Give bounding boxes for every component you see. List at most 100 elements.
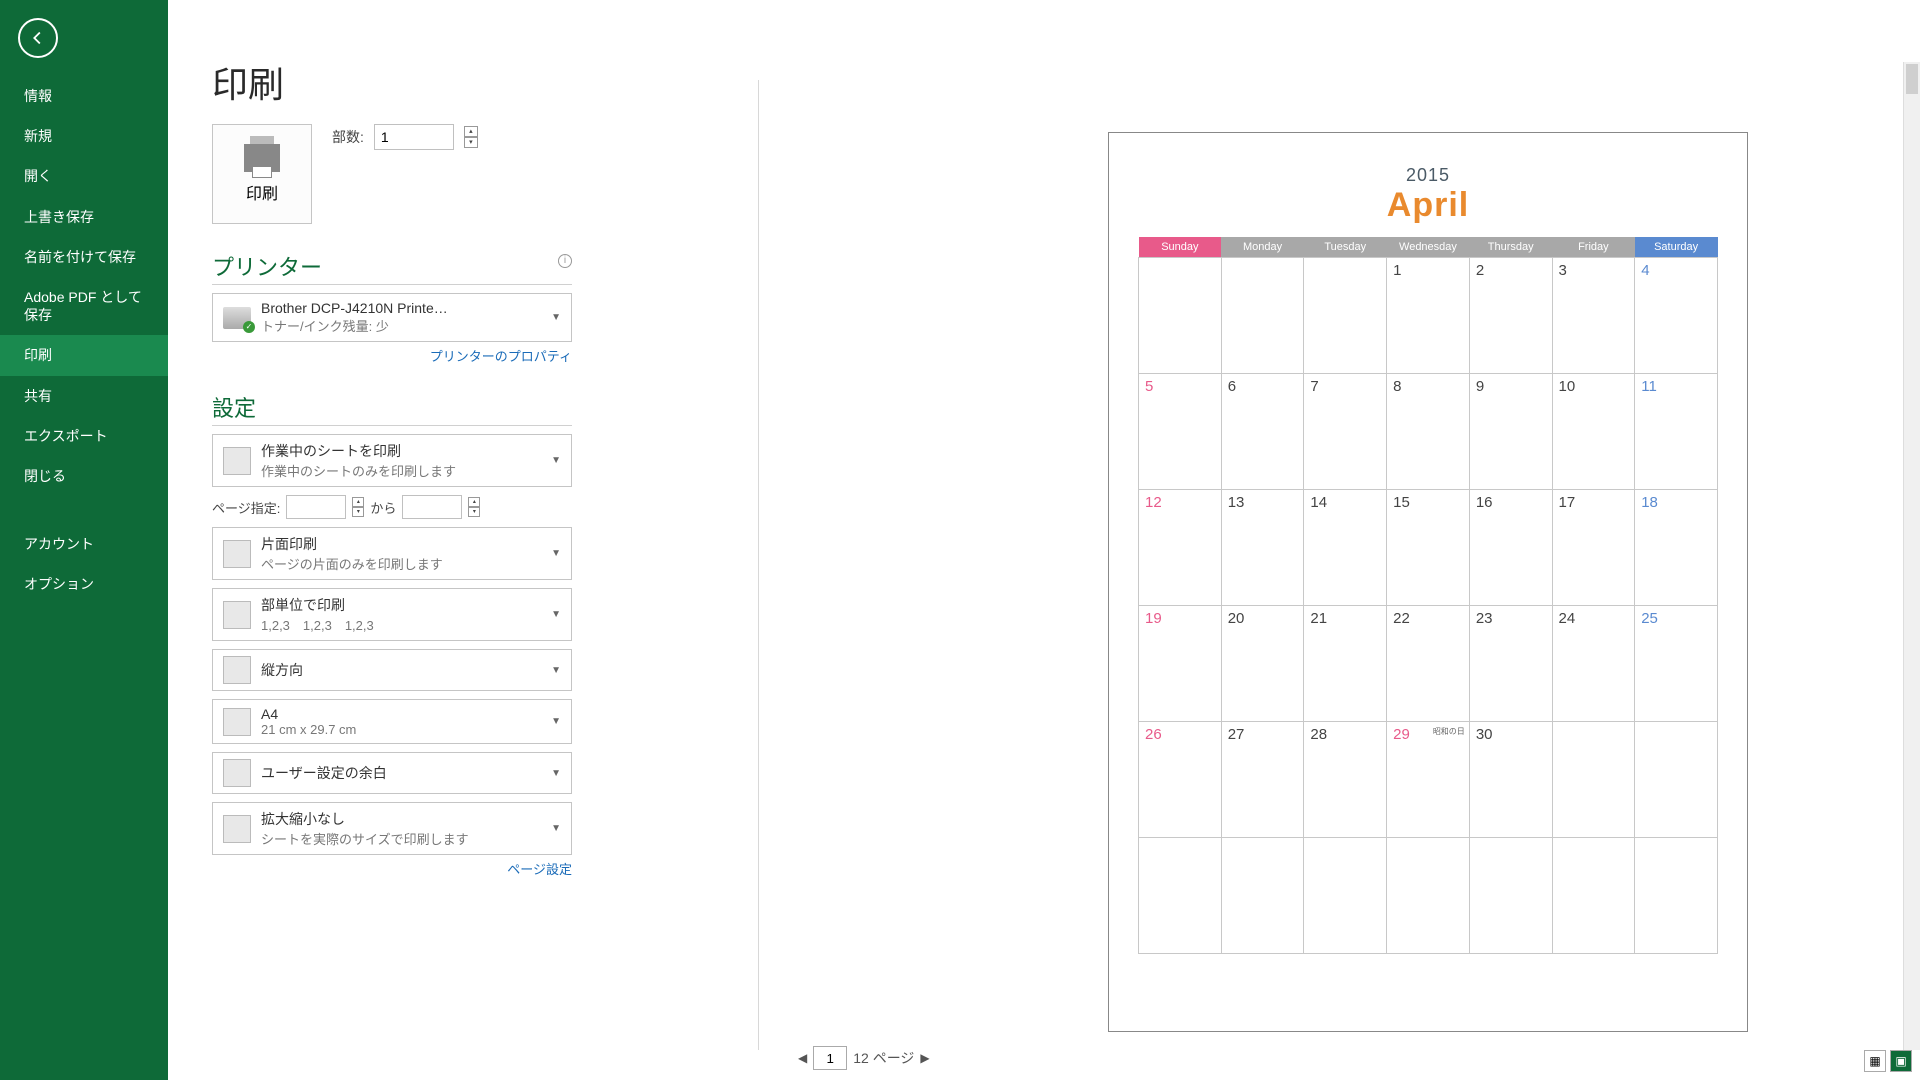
preview-view-controls: ▦ ▣ bbox=[1864, 1050, 1912, 1072]
sides-sub: ページの片面のみを印刷します bbox=[261, 554, 541, 573]
calendar-day-cell: 7 bbox=[1304, 374, 1387, 490]
calendar-day-cell: 8 bbox=[1387, 374, 1470, 490]
printer-status-icon bbox=[223, 307, 251, 329]
printer-selector[interactable]: Brother DCP-J4210N Printe… トナー/インク残量: 少 … bbox=[212, 293, 572, 342]
calendar-day-cell: 5 bbox=[1139, 374, 1222, 490]
calendar-day-cell bbox=[1139, 258, 1222, 374]
calendar-day-cell bbox=[1221, 258, 1304, 374]
page-from-down[interactable]: ▾ bbox=[352, 507, 364, 517]
calendar-day-cell: 28 bbox=[1304, 722, 1387, 838]
calendar-day-cell: 4 bbox=[1635, 258, 1718, 374]
copies-input[interactable] bbox=[374, 124, 454, 150]
calendar-day-cell bbox=[1304, 258, 1387, 374]
nav-options[interactable]: オプション bbox=[0, 564, 168, 604]
scrollbar-thumb[interactable] bbox=[1906, 64, 1918, 94]
margins-selector[interactable]: ユーザー設定の余白 ▼ bbox=[212, 752, 572, 794]
collate-selector[interactable]: 部単位で印刷 1,2,3 1,2,3 1,2,3 ▼ bbox=[212, 588, 572, 641]
page-to-input[interactable] bbox=[402, 495, 462, 519]
chevron-down-icon: ▼ bbox=[551, 609, 561, 620]
page-setup-link[interactable]: ページ設定 bbox=[212, 859, 572, 878]
margins-icon bbox=[223, 759, 251, 787]
back-button[interactable] bbox=[18, 18, 58, 58]
collate-sub: 1,2,3 1,2,3 1,2,3 bbox=[261, 615, 541, 634]
calendar-month: April bbox=[1109, 186, 1747, 225]
calendar-day-cell bbox=[1552, 838, 1635, 954]
calendar-day-cell: 12 bbox=[1139, 490, 1222, 606]
calendar-day-cell bbox=[1387, 838, 1470, 954]
nav-share[interactable]: 共有 bbox=[0, 376, 168, 416]
portrait-icon bbox=[223, 656, 251, 684]
calendar-day-cell: 1 bbox=[1387, 258, 1470, 374]
nav-account[interactable]: アカウント bbox=[0, 524, 168, 564]
nav-save-pdf[interactable]: Adobe PDF として保存 bbox=[0, 277, 168, 335]
page-to-down[interactable]: ▾ bbox=[468, 507, 480, 517]
orientation-selector[interactable]: 縦方向 ▼ bbox=[212, 649, 572, 691]
printer-status: トナー/インク残量: 少 bbox=[261, 316, 541, 335]
calendar-weekday-header: Monday bbox=[1221, 237, 1304, 258]
page-navigation: ◀ 12 ページ ▶ bbox=[798, 1046, 930, 1070]
nav-new[interactable]: 新規 bbox=[0, 116, 168, 156]
main-area: 印刷 印刷 部数: ▴ ▾ プリンター i Brother DCP-J4 bbox=[168, 0, 1920, 1080]
calendar-weekday-header: Wednesday bbox=[1387, 237, 1470, 258]
print-button-label: 印刷 bbox=[246, 180, 278, 204]
page-to-up[interactable]: ▴ bbox=[468, 497, 480, 507]
nav-saveas[interactable]: 名前を付けて保存 bbox=[0, 237, 168, 277]
calendar-holiday-note: 昭和の日 bbox=[1433, 726, 1465, 737]
chevron-down-icon: ▼ bbox=[551, 716, 561, 727]
sides-selector[interactable]: 片面印刷 ページの片面のみを印刷します ▼ bbox=[212, 527, 572, 580]
scaling-selector[interactable]: 拡大縮小なし シートを実際のサイズで印刷します ▼ bbox=[212, 802, 572, 855]
calendar-day-cell bbox=[1139, 838, 1222, 954]
calendar-day-cell: 16 bbox=[1469, 490, 1552, 606]
print-button[interactable]: 印刷 bbox=[212, 124, 312, 224]
page-range-label: ページ指定: bbox=[212, 498, 280, 517]
printer-heading-label: プリンター bbox=[212, 255, 322, 280]
nav-list: 情報 新規 開く 上書き保存 名前を付けて保存 Adobe PDF として保存 … bbox=[0, 76, 168, 604]
paper-size-selector[interactable]: A4 21 cm x 29.7 cm ▼ bbox=[212, 699, 572, 744]
scaling-icon bbox=[223, 815, 251, 843]
paper-sub: 21 cm x 29.7 cm bbox=[261, 722, 541, 737]
calendar-weekday-header: Saturday bbox=[1635, 237, 1718, 258]
print-scope-selector[interactable]: 作業中のシートを印刷 作業中のシートのみを印刷します ▼ bbox=[212, 434, 572, 487]
prev-page-icon[interactable]: ◀ bbox=[798, 1051, 807, 1065]
chevron-down-icon: ▼ bbox=[551, 823, 561, 834]
calendar-day-cell bbox=[1469, 838, 1552, 954]
margins-title: ユーザー設定の余白 bbox=[261, 763, 541, 783]
chevron-down-icon: ▼ bbox=[551, 548, 561, 559]
single-side-icon bbox=[223, 540, 251, 568]
calendar-day-cell: 21 bbox=[1304, 606, 1387, 722]
chevron-down-icon: ▼ bbox=[551, 312, 561, 323]
scope-title: 作業中のシートを印刷 bbox=[261, 441, 541, 461]
page-range-row: ページ指定: ▴▾ から ▴▾ bbox=[212, 495, 572, 519]
nav-open[interactable]: 開く bbox=[0, 156, 168, 196]
calendar-day-cell bbox=[1304, 838, 1387, 954]
printer-name: Brother DCP-J4210N Printe… bbox=[261, 300, 541, 316]
page-from-input[interactable] bbox=[286, 495, 346, 519]
nav-info[interactable]: 情報 bbox=[0, 76, 168, 116]
zoom-to-page-button[interactable]: ▣ bbox=[1890, 1050, 1912, 1072]
calendar-day-cell: 22 bbox=[1387, 606, 1470, 722]
show-margins-button[interactable]: ▦ bbox=[1864, 1050, 1886, 1072]
printer-properties-link[interactable]: プリンターのプロパティ bbox=[212, 346, 572, 365]
calendar-day-cell: 18 bbox=[1635, 490, 1718, 606]
page-from-up[interactable]: ▴ bbox=[352, 497, 364, 507]
next-page-icon[interactable]: ▶ bbox=[920, 1051, 929, 1065]
calendar-day-cell: 30 bbox=[1469, 722, 1552, 838]
info-icon[interactable]: i bbox=[558, 254, 572, 268]
calendar-weekday-header: Friday bbox=[1552, 237, 1635, 258]
vertical-scrollbar[interactable] bbox=[1903, 62, 1920, 1050]
chevron-down-icon: ▼ bbox=[551, 768, 561, 779]
calendar-day-cell: 23 bbox=[1469, 606, 1552, 722]
current-page-input[interactable] bbox=[813, 1046, 847, 1070]
copies-up[interactable]: ▴ bbox=[464, 126, 478, 137]
copies-down[interactable]: ▾ bbox=[464, 137, 478, 148]
copies-label: 部数: bbox=[332, 127, 364, 147]
nav-save[interactable]: 上書き保存 bbox=[0, 197, 168, 237]
nav-print[interactable]: 印刷 bbox=[0, 335, 168, 375]
print-preview: 2015 April SundayMondayTuesdayWednesdayT… bbox=[1108, 132, 1748, 1032]
calendar-weekday-header: Tuesday bbox=[1304, 237, 1387, 258]
calendar-day-cell: 13 bbox=[1221, 490, 1304, 606]
chevron-down-icon: ▼ bbox=[551, 665, 561, 676]
nav-export[interactable]: エクスポート bbox=[0, 416, 168, 456]
nav-close[interactable]: 閉じる bbox=[0, 456, 168, 496]
calendar-year: 2015 bbox=[1109, 165, 1747, 186]
